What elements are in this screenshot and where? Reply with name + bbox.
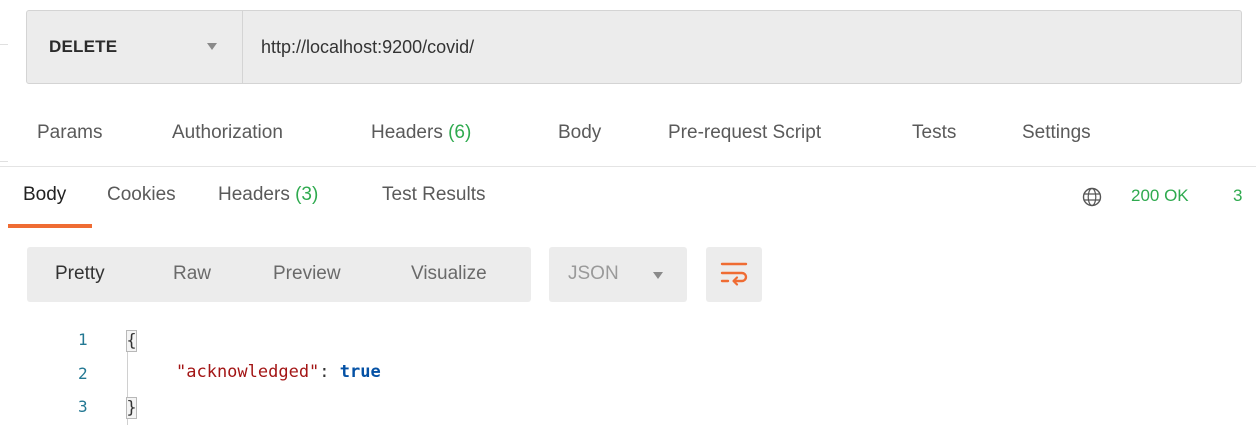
request-url-bar: DELETE http://localhost:9200/covid/ <box>26 10 1242 84</box>
wrap-lines-icon <box>720 262 748 286</box>
close-brace: } <box>126 397 137 419</box>
response-tab-headers-label: Headers <box>218 184 290 205</box>
response-tab-cookies[interactable]: Cookies <box>107 184 176 206</box>
left-divider-tick <box>0 161 8 162</box>
tab-headers[interactable]: Headers (6) <box>371 122 471 144</box>
response-tab-headers[interactable]: Headers (3) <box>218 184 318 206</box>
tab-prerequest-script[interactable]: Pre-request Script <box>668 122 821 144</box>
response-tab-test-results[interactable]: Test Results <box>382 184 485 206</box>
open-brace-char: { <box>126 331 137 351</box>
json-key: "acknowledged" <box>176 362 320 382</box>
line-number: 2 <box>78 364 88 383</box>
response-headers-count-badge: (3) <box>295 184 319 205</box>
view-mode-preview[interactable]: Preview <box>273 263 341 285</box>
code-line: "acknowledged": true <box>176 362 381 382</box>
status-code: 200 OK <box>1131 186 1189 205</box>
method-label: DELETE <box>49 37 118 56</box>
format-select-value: JSON <box>568 263 619 284</box>
globe-icon[interactable] <box>1082 187 1102 207</box>
tab-settings[interactable]: Settings <box>1022 122 1091 144</box>
left-divider-tick <box>0 44 8 45</box>
view-mode-group: Pretty Raw Preview Visualize <box>27 247 531 302</box>
chevron-down-icon[interactable] <box>207 43 217 50</box>
tab-authorization[interactable]: Authorization <box>172 122 283 144</box>
view-mode-pretty[interactable]: Pretty <box>55 263 105 285</box>
response-tab-body[interactable]: Body <box>23 184 66 206</box>
tab-tests[interactable]: Tests <box>912 122 956 144</box>
wrap-lines-button[interactable] <box>706 247 762 302</box>
view-mode-raw[interactable]: Raw <box>173 263 211 285</box>
tab-params[interactable]: Params <box>37 122 102 144</box>
tab-body[interactable]: Body <box>558 122 601 144</box>
chevron-down-icon <box>653 272 663 279</box>
format-select[interactable]: JSON <box>549 247 687 302</box>
json-value: true <box>339 362 381 382</box>
method-select[interactable]: DELETE <box>27 11 243 83</box>
view-mode-visualize[interactable]: Visualize <box>411 263 487 285</box>
url-input[interactable]: http://localhost:9200/covid/ <box>261 11 474 83</box>
open-brace: { <box>126 330 137 352</box>
json-colon: : <box>319 362 340 382</box>
response-time: 3 <box>1233 186 1243 205</box>
line-number: 1 <box>78 330 88 349</box>
line-number: 3 <box>78 397 88 416</box>
headers-count-badge: (6) <box>448 122 472 143</box>
active-tab-indicator <box>8 224 92 228</box>
section-divider <box>0 166 1256 167</box>
close-brace-char: } <box>126 398 137 418</box>
tab-headers-label: Headers <box>371 122 443 143</box>
